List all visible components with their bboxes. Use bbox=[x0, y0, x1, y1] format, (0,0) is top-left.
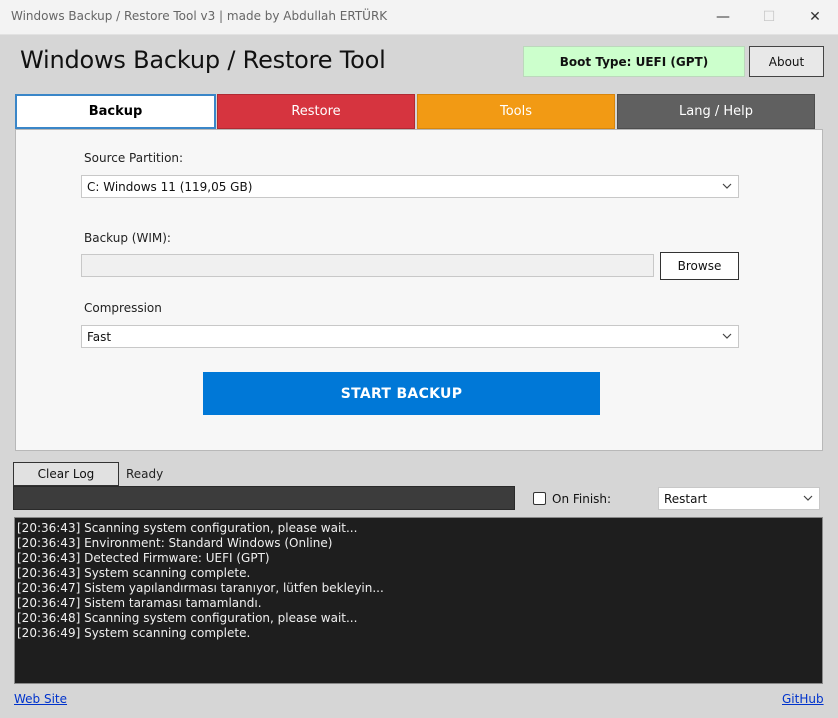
compression-value: Fast bbox=[87, 329, 112, 344]
compression-label: Compression bbox=[84, 301, 162, 315]
tab-backup[interactable]: Backup bbox=[15, 94, 216, 129]
title-bar[interactable]: Windows Backup / Restore Tool v3 | made … bbox=[0, 0, 838, 35]
progress-bar bbox=[13, 486, 515, 510]
log-line: [20:36:47] Sistem taraması tamamlandı. bbox=[17, 596, 262, 610]
github-link[interactable]: GitHub bbox=[782, 692, 824, 706]
close-icon: ✕ bbox=[809, 9, 821, 25]
backup-wim-label: Backup (WIM): bbox=[84, 231, 171, 245]
boot-type-badge: Boot Type: UEFI (GPT) bbox=[523, 46, 745, 77]
close-button[interactable]: ✕ bbox=[792, 0, 838, 34]
minimize-icon: — bbox=[716, 9, 730, 25]
tab-restore[interactable]: Restore bbox=[217, 94, 415, 129]
minimize-button[interactable]: — bbox=[700, 0, 746, 34]
log-line: [20:36:43] System scanning complete. bbox=[17, 566, 251, 580]
maximize-button[interactable]: ☐ bbox=[746, 0, 792, 34]
log-line: [20:36:43] Detected Firmware: UEFI (GPT) bbox=[17, 551, 270, 565]
log-line: [20:36:49] System scanning complete. bbox=[17, 626, 251, 640]
status-text: Ready bbox=[126, 467, 164, 481]
website-link[interactable]: Web Site bbox=[14, 692, 67, 706]
about-button[interactable]: About bbox=[749, 46, 824, 77]
tab-tools[interactable]: Tools bbox=[417, 94, 615, 129]
log-output[interactable]: [20:36:43] Scanning system configuration… bbox=[14, 517, 823, 684]
on-finish-label: On Finish: bbox=[552, 492, 612, 506]
on-finish-value: Restart bbox=[664, 491, 708, 506]
log-line: [20:36:47] Sistem yapılandırması taranıy… bbox=[17, 581, 384, 595]
log-line: [20:36:48] Scanning system configuration… bbox=[17, 611, 358, 625]
window-title: Windows Backup / Restore Tool v3 | made … bbox=[11, 9, 388, 23]
source-partition-select[interactable]: C: Windows 11 (119,05 GB) bbox=[81, 175, 739, 198]
source-partition-value: C: Windows 11 (119,05 GB) bbox=[87, 179, 253, 194]
log-line: [20:36:43] Environment: Standard Windows… bbox=[17, 536, 333, 550]
on-finish-select[interactable]: Restart bbox=[658, 487, 820, 510]
compression-select[interactable]: Fast bbox=[81, 325, 739, 348]
start-backup-button[interactable]: START BACKUP bbox=[203, 372, 600, 415]
on-finish-checkbox[interactable] bbox=[533, 492, 546, 505]
chevron-down-icon bbox=[722, 333, 732, 339]
backup-wim-input[interactable] bbox=[81, 254, 654, 277]
tab-lang-help[interactable]: Lang / Help bbox=[617, 94, 815, 129]
chevron-down-icon bbox=[722, 183, 732, 189]
clear-log-button[interactable]: Clear Log bbox=[13, 462, 119, 486]
maximize-icon: ☐ bbox=[762, 9, 776, 25]
chevron-down-icon bbox=[803, 495, 813, 501]
browse-button[interactable]: Browse bbox=[660, 252, 739, 280]
app-window: Windows Backup / Restore Tool v3 | made … bbox=[0, 0, 838, 718]
log-line: [20:36:43] Scanning system configuration… bbox=[17, 521, 358, 535]
app-title: Windows Backup / Restore Tool bbox=[20, 46, 386, 74]
source-partition-label: Source Partition: bbox=[84, 151, 184, 165]
